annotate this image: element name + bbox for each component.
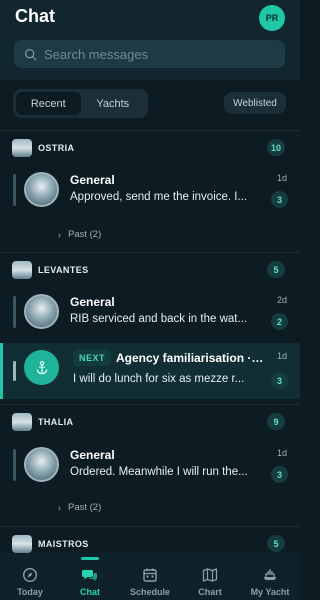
yacht-icon [263,569,277,580]
nav-label: Chat [80,587,100,597]
search-bar[interactable] [14,40,285,68]
chevron-right-icon: › [58,502,61,513]
thread-title: General [70,173,115,187]
yacht-count-badge: 9 [267,413,285,430]
app-header: Chat PR [0,0,300,80]
tab-recent[interactable]: Recent [16,92,81,115]
bottom-navigation: Today Chat Schedule Chart My Yacht [0,553,300,600]
yacht-section-header[interactable]: OSTRIA 10 [0,135,300,161]
thread-last-message: RIB serviced and back in the wat... [70,313,248,325]
thread-title: General [70,295,115,309]
thread-time: 1d [276,448,287,458]
thread-rail [13,449,16,481]
thread-time: 1d [276,351,287,361]
section-divider [0,526,300,527]
next-tag: NEXT [73,349,112,366]
thread-avatar [24,294,59,329]
thread-avatar [24,172,59,207]
weblisted-filter-chip[interactable]: Weblisted [224,92,286,114]
section-divider [0,130,300,131]
yacht-thumbnail [12,535,32,553]
yacht-count-badge: 5 [267,261,285,278]
chat-thread[interactable]: General Approved, send me the invoice. I… [0,165,300,221]
thread-time: 1d [276,173,287,183]
nav-schedule[interactable]: Schedule [120,553,180,600]
chat-thread-next[interactable]: NEXT Agency familiarisation · L... I wil… [0,343,300,399]
yacht-section-header[interactable]: THALIA 9 [0,409,300,435]
thread-rail [13,361,16,381]
chat-thread[interactable]: General RIB serviced and back in the wat… [0,287,300,343]
nav-label: My Yacht [250,587,290,597]
past-threads-label: Past (2) [68,502,102,513]
segmented-tabs: Recent Yachts [13,89,148,118]
anchor-icon [36,360,47,374]
yacht-count-badge: 5 [267,535,285,552]
past-threads-toggle[interactable]: › Past (2) [58,229,101,240]
yacht-count-badge: 10 [267,139,286,156]
chat-bubbles-icon [82,570,97,581]
tab-yachts[interactable]: Yachts [81,92,146,115]
nav-label: Schedule [129,587,170,597]
thread-last-message: I will do lunch for six as mezze r... [73,373,245,385]
search-icon [24,48,37,60]
nav-my-yacht[interactable]: My Yacht [240,553,300,600]
thread-time: 2d [276,295,287,305]
yacht-thumbnail [12,139,32,157]
yacht-name: MAISTROS [38,539,89,549]
yacht-name: LEVANTES [38,265,89,275]
unread-badge: 3 [271,466,288,483]
nav-chat[interactable]: Chat [60,553,120,600]
thread-rail [0,343,3,399]
chat-thread[interactable]: General Ordered. Meanwhile I will run th… [0,440,300,496]
yacht-thumbnail [12,261,32,279]
yacht-name: THALIA [38,417,74,427]
yacht-thumbnail [12,413,32,431]
yacht-section-header[interactable]: LEVANTES 5 [0,257,300,283]
chevron-right-icon: › [58,229,61,240]
nav-label: Today [17,587,43,597]
search-input[interactable] [44,46,264,62]
section-divider [0,404,300,405]
nav-chart[interactable]: Chart [180,553,240,600]
thread-last-message: Ordered. Meanwhile I will run the... [70,466,248,478]
thread-rail [13,174,16,206]
thread-title: General [70,448,115,462]
page-title: Chat [15,6,55,26]
nav-label: Chart [198,587,222,597]
past-threads-toggle[interactable]: › Past (2) [58,502,101,513]
map-icon [202,568,218,582]
thread-rail [13,296,16,328]
thread-avatar [24,447,59,482]
nav-today[interactable]: Today [0,553,60,600]
past-threads-label: Past (2) [68,229,102,240]
calendar-icon [143,568,157,582]
active-tab-indicator [81,557,99,560]
user-avatar[interactable]: PR [259,5,285,31]
section-divider [0,252,300,253]
unread-badge: 3 [271,372,288,389]
unread-badge: 2 [271,313,288,330]
thread-avatar [24,350,59,385]
unread-badge: 3 [271,191,288,208]
yacht-name: OSTRIA [38,143,75,153]
thread-last-message: Approved, send me the invoice. I... [70,191,248,203]
compass-icon [22,567,38,583]
thread-title: Agency familiarisation · L... [116,351,266,365]
